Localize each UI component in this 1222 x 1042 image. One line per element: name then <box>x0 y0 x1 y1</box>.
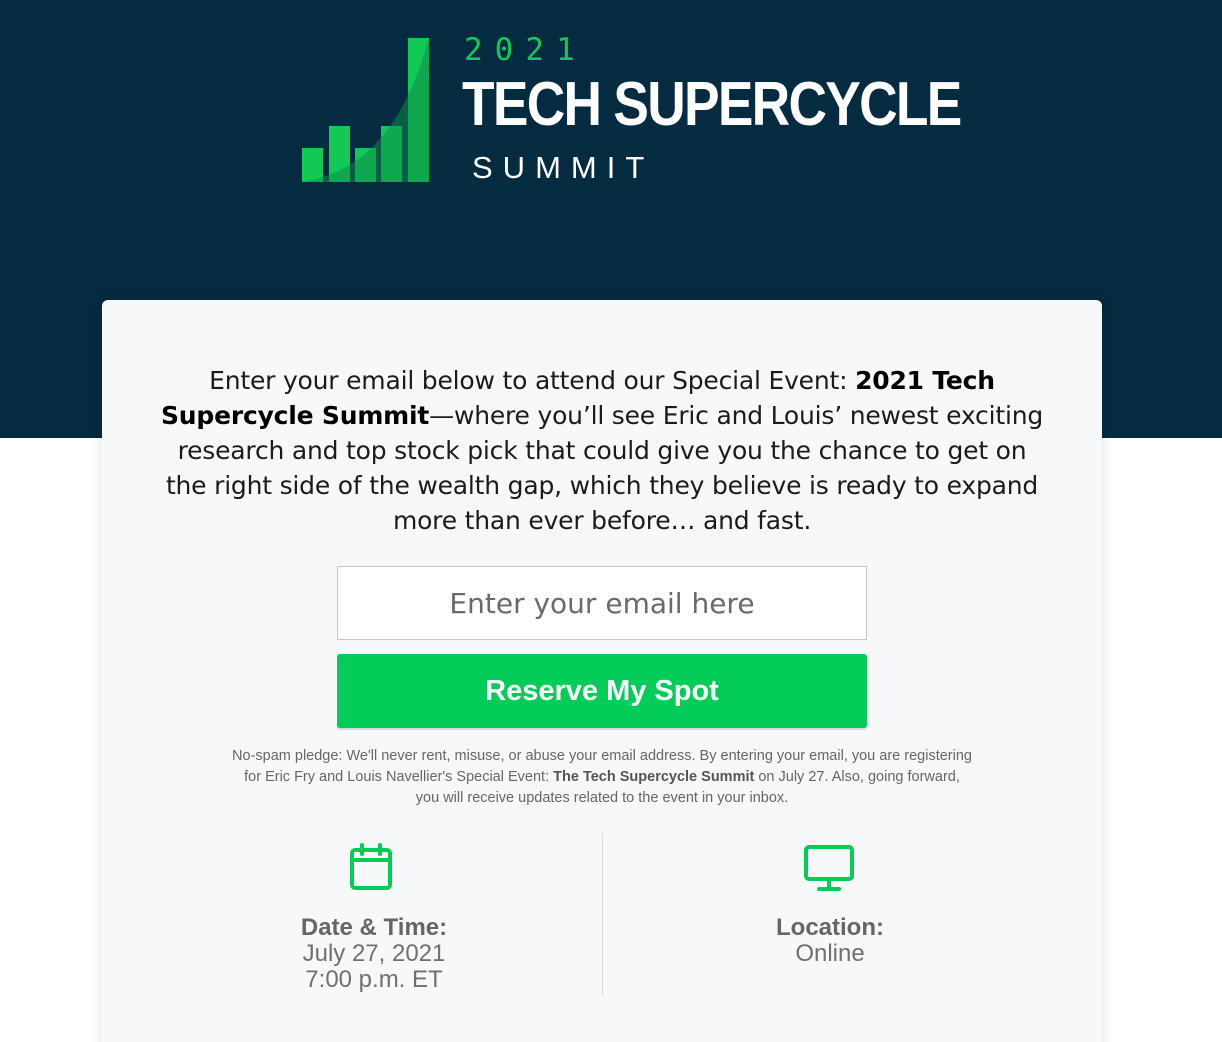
date-time-info: Date & Time: July 27, 2021 7:00 p.m. ET <box>224 843 524 993</box>
bar-chart-growth-icon <box>302 38 429 182</box>
monitor-icon <box>804 845 854 891</box>
event-date: July 27, 2021 <box>302 940 446 967</box>
details-divider <box>602 833 603 996</box>
logo-title: TECH SUPERCYCLE <box>462 70 962 139</box>
location-label: Location: <box>776 914 884 941</box>
summit-logo: 2021 TECH SUPERCYCLE SUMMIT <box>300 32 962 186</box>
intro-text: Enter your email below to attend our Spe… <box>154 363 1050 538</box>
pledge-event-name: The Tech Supercycle Summit <box>553 769 755 785</box>
logo-subtitle: SUMMIT <box>472 150 655 185</box>
email-input[interactable] <box>337 566 867 640</box>
date-time-label: Date & Time: <box>300 914 448 941</box>
signup-card: Enter your email below to attend our Spe… <box>102 300 1102 1042</box>
calendar-icon <box>350 843 392 890</box>
intro-lead: Enter your email below to attend our Spe… <box>209 366 856 395</box>
no-spam-pledge: No-spam pledge: We'll never rent, misuse… <box>232 746 972 809</box>
reserve-spot-button[interactable]: Reserve My Spot <box>337 654 867 728</box>
event-time: 7:00 p.m. ET <box>305 966 443 993</box>
location-value: Online <box>795 940 865 967</box>
location-info: Location: Online <box>680 843 980 967</box>
landing-page: 2021 TECH SUPERCYCLE SUMMIT Enter your e… <box>0 0 1222 1042</box>
logo-year: 2021 <box>464 32 587 68</box>
